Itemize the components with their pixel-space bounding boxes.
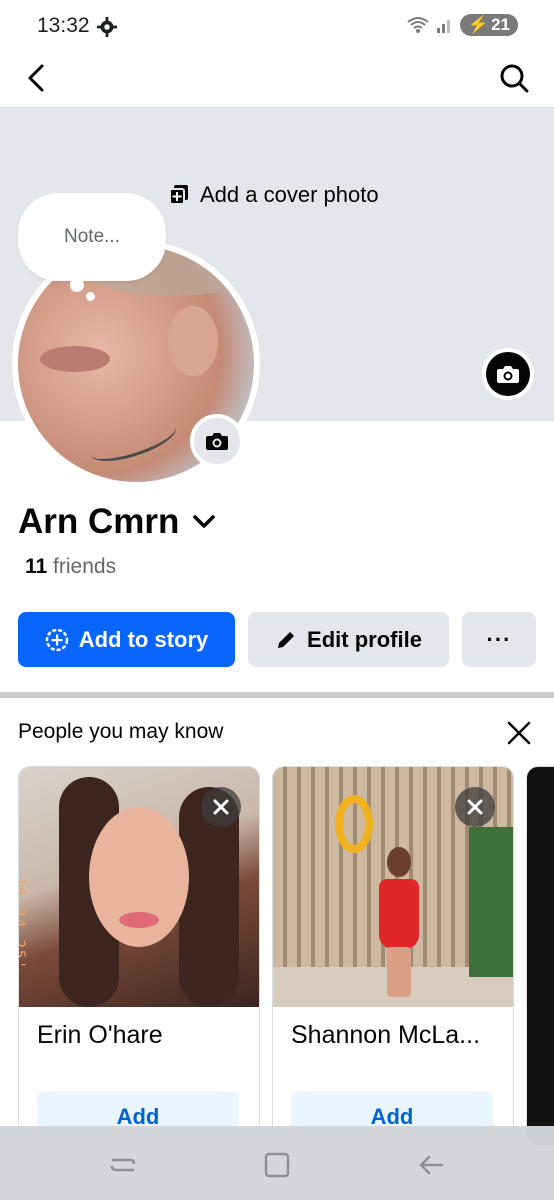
note-placeholder: Note... (64, 226, 120, 247)
close-icon[interactable] (504, 718, 534, 748)
profile-actions: Add to story Edit profile ··· (18, 612, 536, 667)
pymk-title: People you may know (18, 720, 224, 743)
photo-timestamp: 16:34 25' (18, 877, 27, 971)
wifi-icon (407, 17, 429, 33)
battery-indicator: ⚡ 21 (459, 14, 518, 36)
add-cover-photo-button[interactable]: Add a cover photo (170, 182, 379, 208)
camera-icon (206, 433, 228, 450)
profile-name: Arn Cmrn (18, 502, 180, 541)
pymk-card[interactable]: Shannon McLa... Add (272, 766, 514, 1146)
pencil-icon (278, 631, 295, 648)
status-bar: 13:32 ⚡ 21 (0, 0, 554, 52)
section-divider (0, 692, 554, 698)
recent-apps-icon[interactable] (106, 1148, 140, 1182)
settings-gear-icon (96, 16, 118, 38)
pymk-name[interactable]: Erin O'hare (37, 1021, 163, 1050)
add-photo-icon (170, 185, 188, 205)
pymk-name[interactable]: Shannon McLa... (291, 1021, 480, 1050)
signal-icon (436, 20, 450, 33)
cover-camera-button[interactable] (482, 348, 534, 400)
back-arrow-icon[interactable] (20, 60, 56, 96)
battery-level: 21 (491, 15, 510, 34)
dismiss-suggestion-button[interactable] (201, 787, 241, 827)
friends-count: 11 (25, 555, 48, 578)
profile-picture-camera-button[interactable] (190, 414, 244, 468)
status-indicators: ⚡ 21 (406, 14, 518, 36)
add-to-story-button[interactable]: Add to story (18, 612, 235, 667)
home-icon[interactable] (260, 1148, 294, 1182)
friends-count-link[interactable]: 11 friends (25, 555, 116, 579)
profile-name-row[interactable]: Arn Cmrn (18, 502, 216, 542)
close-icon (467, 799, 483, 815)
system-nav-bar (0, 1126, 554, 1200)
add-to-story-label: Add to story (78, 626, 209, 652)
note-bubble[interactable]: Note... (18, 193, 166, 281)
dismiss-suggestion-button[interactable] (455, 787, 495, 827)
add-circle-icon (45, 628, 68, 651)
add-cover-photo-label: Add a cover photo (200, 182, 379, 207)
close-icon (213, 799, 229, 815)
edit-profile-button[interactable]: Edit profile (248, 612, 449, 667)
search-icon[interactable] (496, 60, 532, 96)
pymk-card-partial[interactable] (526, 766, 554, 1146)
note-bubble-tail (70, 278, 84, 292)
battery-charging-icon: ⚡ (467, 15, 490, 34)
back-icon[interactable] (414, 1148, 448, 1182)
top-nav (0, 52, 554, 108)
more-options-icon: ··· (486, 626, 512, 652)
chevron-down-icon[interactable] (193, 515, 216, 529)
note-bubble-tail-small (86, 292, 95, 301)
edit-profile-label: Edit profile (307, 626, 422, 652)
more-options-button[interactable]: ··· (462, 612, 536, 667)
pymk-card[interactable]: 16:34 25' Erin O'hare Add (18, 766, 260, 1146)
status-time: 13:32 (37, 14, 90, 37)
camera-icon (497, 366, 519, 383)
friends-label: friends (53, 555, 117, 578)
